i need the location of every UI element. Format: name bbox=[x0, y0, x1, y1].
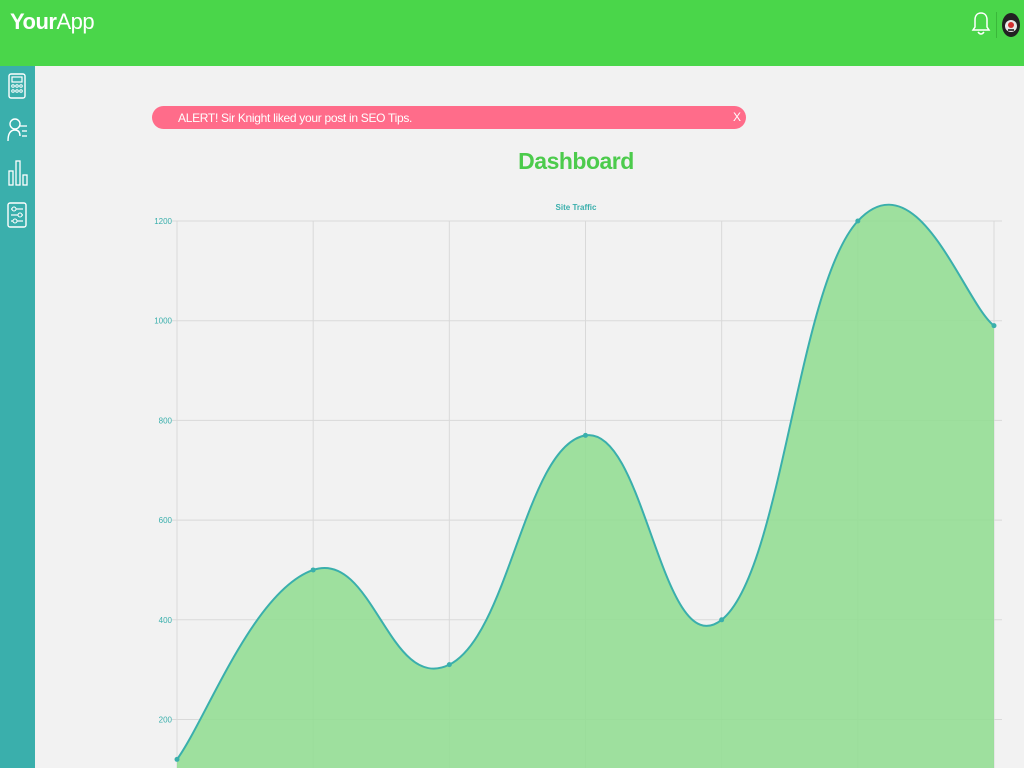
y-tick-label: 600 bbox=[159, 516, 173, 525]
y-tick-label: 400 bbox=[159, 616, 173, 625]
avatar-icon[interactable] bbox=[1001, 12, 1021, 38]
data-point bbox=[855, 218, 861, 224]
alert-close-button[interactable]: X bbox=[733, 110, 741, 124]
data-points bbox=[174, 218, 997, 762]
data-point bbox=[583, 432, 588, 438]
y-tick-label: 800 bbox=[159, 416, 173, 425]
alert-banner: ALERT! Sir Knight liked your post in SEO… bbox=[152, 106, 746, 129]
data-point bbox=[310, 567, 316, 573]
data-point bbox=[991, 323, 997, 329]
header-divider bbox=[996, 12, 997, 38]
y-tick-label: 200 bbox=[159, 716, 173, 725]
calculator-icon[interactable] bbox=[6, 72, 30, 100]
top-header: YourApp bbox=[0, 0, 1024, 66]
app-logo[interactable]: YourApp bbox=[10, 9, 95, 35]
y-tick-label: 1200 bbox=[154, 217, 172, 226]
sliders-icon[interactable] bbox=[6, 201, 30, 229]
data-point bbox=[719, 617, 725, 623]
users-list-icon[interactable] bbox=[6, 116, 30, 144]
series-line bbox=[176, 203, 995, 760]
page-title: Dashboard bbox=[518, 148, 634, 174]
y-axis-ticks: 1200 1000 800 600 400 200 bbox=[154, 217, 172, 725]
chart-grid bbox=[172, 220, 1002, 768]
bell-icon[interactable] bbox=[971, 11, 991, 37]
alert-text: ALERT! Sir Knight liked your post in SEO… bbox=[178, 111, 413, 125]
chart-title: Site Traffic bbox=[556, 203, 597, 212]
area-fill bbox=[177, 204, 994, 768]
data-point bbox=[446, 662, 452, 668]
logo-rest: App bbox=[56, 9, 95, 34]
y-tick-label: 1000 bbox=[154, 317, 172, 326]
data-point bbox=[174, 756, 180, 762]
logo-bold: Your bbox=[10, 9, 57, 34]
